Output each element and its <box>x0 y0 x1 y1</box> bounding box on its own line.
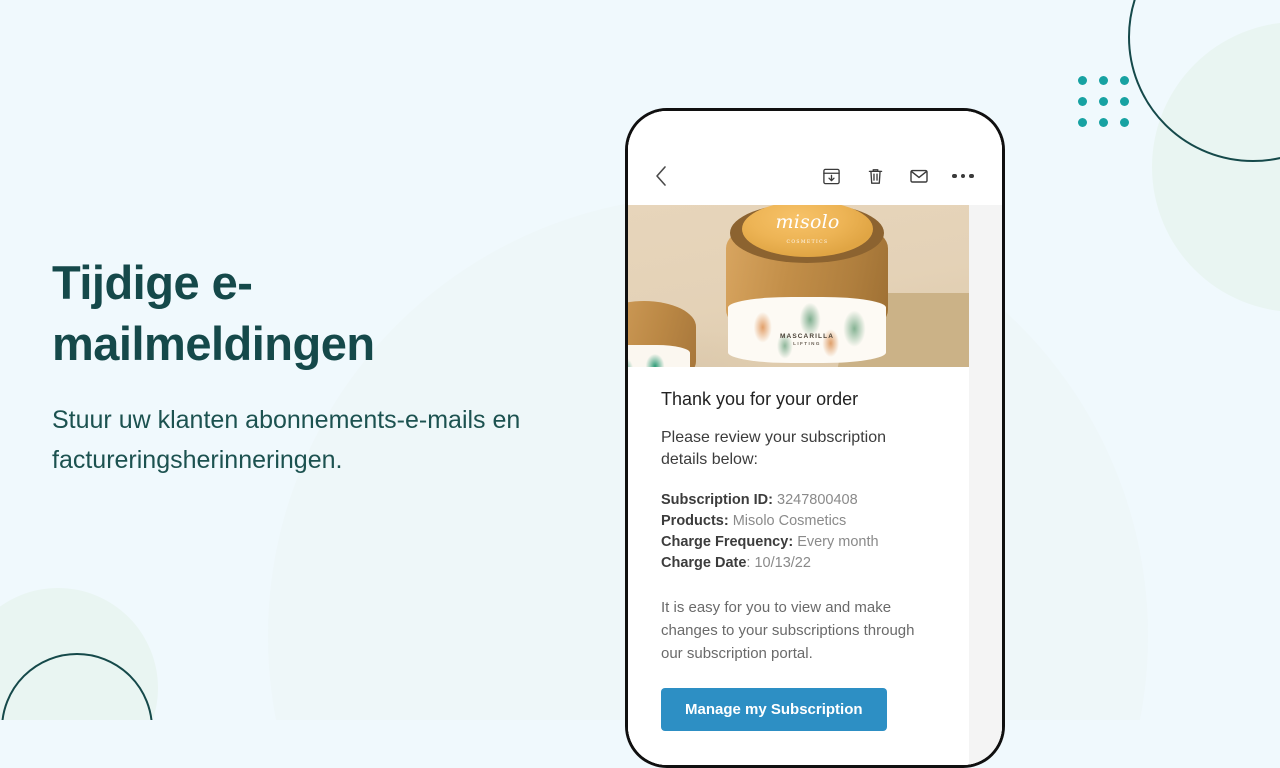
mail-toolbar <box>628 147 1002 205</box>
phone-mockup: misolo COSMETICS MASCARILLA LIFTING Than… <box>625 108 1005 768</box>
product-label-text: MASCARILLA LIFTING <box>728 333 886 346</box>
detail-label: Charge Date <box>661 555 747 571</box>
outline-circle-bottom-left <box>1 653 153 720</box>
trash-icon[interactable] <box>858 159 892 193</box>
detail-row: Charge Frequency: Every month <box>661 532 945 553</box>
detail-value: Every month <box>797 534 879 550</box>
detail-row: Subscription ID: 3247800408 <box>661 490 945 511</box>
email-card: misolo COSMETICS MASCARILLA LIFTING Than… <box>628 205 969 765</box>
secondary-product-jar <box>628 301 696 367</box>
product-brand-tagline: COSMETICS <box>786 240 829 245</box>
status-bar <box>628 111 1002 147</box>
detail-row: Products: Misolo Cosmetics <box>661 511 945 532</box>
product-label-subtitle: LIFTING <box>793 341 821 346</box>
detail-label: Charge Frequency: <box>661 534 794 550</box>
detail-row: Charge Date: 10/13/22 <box>661 553 945 574</box>
product-brand-name: misolo <box>775 211 840 233</box>
product-brand-logo: misolo COSMETICS <box>742 213 873 252</box>
mint-circle-bottom-left <box>0 588 158 720</box>
email-intro-text: Please review your subscription details … <box>661 429 886 468</box>
mint-circle-top-right <box>1152 22 1280 312</box>
product-hero-image: misolo COSMETICS MASCARILLA LIFTING <box>628 205 969 367</box>
email-scroll-area[interactable]: misolo COSMETICS MASCARILLA LIFTING Than… <box>628 205 1002 765</box>
page-subtitle: Stuur uw klanten abonnements-e-mails en … <box>52 406 521 474</box>
email-heading: Thank you for your order <box>661 389 859 409</box>
archive-icon[interactable] <box>814 159 848 193</box>
detail-label: Products: <box>661 513 729 529</box>
jar-label-band: MASCARILLA LIFTING <box>728 297 886 363</box>
more-options-icon[interactable] <box>946 159 980 193</box>
detail-value: 3247800408 <box>777 492 858 508</box>
email-content: Thank you for your order Please review y… <box>628 367 969 761</box>
secondary-jar-label <box>628 345 690 367</box>
outline-circle-top-right <box>1128 0 1280 162</box>
phone-screen: misolo COSMETICS MASCARILLA LIFTING Than… <box>628 111 1002 765</box>
back-icon[interactable] <box>654 159 682 193</box>
product-label-title: MASCARILLA <box>780 333 834 340</box>
primary-product-jar: misolo COSMETICS MASCARILLA LIFTING <box>726 205 888 367</box>
detail-value: : 10/13/22 <box>746 555 811 571</box>
manage-subscription-button[interactable]: Manage my Subscription <box>661 688 887 731</box>
detail-value: Misolo Cosmetics <box>732 513 847 529</box>
page-title: Tijdige e-mailmeldingen <box>52 256 375 370</box>
dot-grid-icon <box>1078 76 1129 127</box>
marketing-copy: Tijdige e-mailmeldingen Stuur uw klanten… <box>52 252 612 480</box>
subscription-details: Subscription ID: 3247800408 Products: Mi… <box>661 490 945 574</box>
email-outro-text: It is easy for you to view and make chan… <box>661 599 915 662</box>
mail-icon[interactable] <box>902 159 936 193</box>
detail-label: Subscription ID: <box>661 492 773 508</box>
